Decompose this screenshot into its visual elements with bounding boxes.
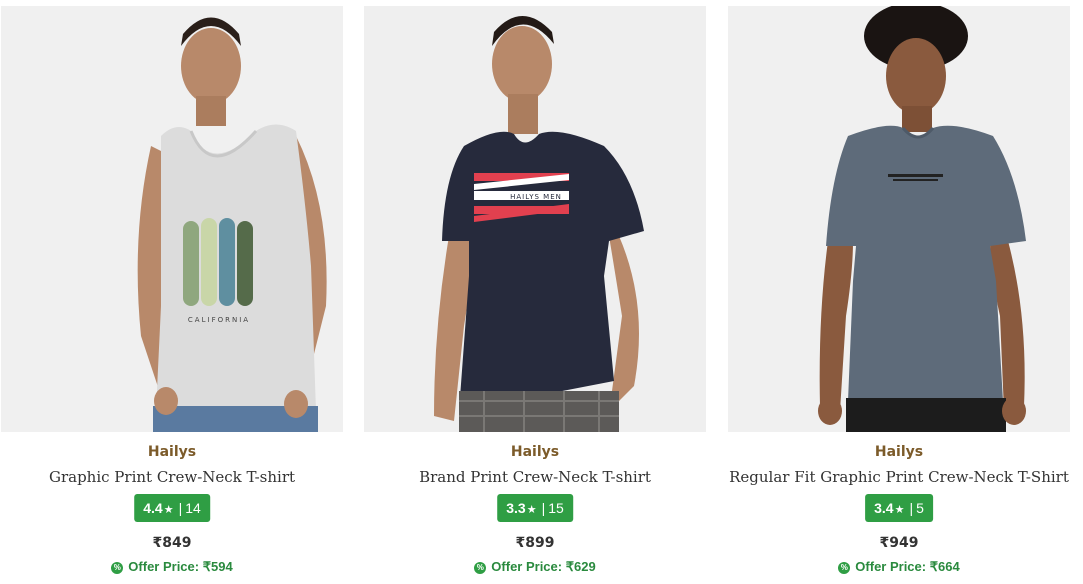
model-in-grey-tank-top: CALIFORNIA bbox=[1, 6, 343, 432]
product-image[interactable]: HAILYS MEN bbox=[364, 6, 706, 432]
offer-tag-icon: % bbox=[111, 562, 124, 574]
product-price: ₹849 bbox=[152, 535, 192, 551]
offer-tag-icon: % bbox=[474, 562, 487, 574]
offer-price: ₹629 bbox=[565, 559, 596, 574]
product-card[interactable]: HAILYS MEN Hailys Brand Print Crew-Neck … bbox=[364, 0, 706, 584]
offer-price-row: % Offer Price: ₹629 bbox=[364, 559, 706, 575]
rating-count: 15 bbox=[548, 500, 564, 516]
rating-value: 3.3 bbox=[506, 500, 526, 516]
product-image[interactable]: CALIFORNIA bbox=[1, 6, 343, 432]
star-icon: ★ bbox=[526, 504, 537, 516]
product-card[interactable]: Hailys Regular Fit Graphic Print Crew-Ne… bbox=[728, 0, 1070, 584]
rating-value: 3.4 bbox=[874, 500, 894, 516]
product-grid: CALIFORNIA Hailys Graphic Print Crew-Nec… bbox=[0, 0, 1083, 584]
product-title[interactable]: Brand Print Crew-Neck T-shirt bbox=[364, 468, 706, 486]
rating-count: 5 bbox=[916, 500, 924, 516]
offer-label: Offer Price: bbox=[855, 559, 927, 574]
product-price: ₹899 bbox=[515, 535, 555, 551]
product-brand: Hailys bbox=[147, 444, 197, 460]
offer-price-row: % Offer Price: ₹594 bbox=[1, 559, 343, 575]
model-in-navy-tshirt: HAILYS MEN bbox=[364, 6, 706, 432]
print-text: CALIFORNIA bbox=[188, 316, 250, 324]
rating-badge: 3.3★ | 15 bbox=[497, 494, 573, 522]
rating-badge: 4.4★ | 14 bbox=[134, 494, 210, 522]
product-title[interactable]: Graphic Print Crew-Neck T-shirt bbox=[1, 468, 343, 486]
rating-badge: 3.4★ | 5 bbox=[865, 494, 933, 522]
product-title[interactable]: Regular Fit Graphic Print Crew-Neck T-Sh… bbox=[728, 468, 1070, 486]
product-brand: Hailys bbox=[874, 444, 924, 460]
offer-label: Offer Price: bbox=[491, 559, 563, 574]
product-price: ₹949 bbox=[879, 535, 919, 551]
offer-tag-icon: % bbox=[838, 562, 851, 574]
star-icon: ★ bbox=[163, 504, 174, 516]
print-text: HAILYS MEN bbox=[510, 193, 562, 201]
offer-label: Offer Price: bbox=[128, 559, 200, 574]
rating-value: 4.4 bbox=[143, 500, 163, 516]
product-card[interactable]: CALIFORNIA Hailys Graphic Print Crew-Nec… bbox=[1, 0, 343, 584]
rating-count: 14 bbox=[185, 500, 201, 516]
star-icon: ★ bbox=[894, 504, 905, 516]
model-in-slate-tshirt bbox=[728, 6, 1070, 432]
offer-price-row: % Offer Price: ₹664 bbox=[728, 559, 1070, 575]
offer-price: ₹664 bbox=[929, 559, 960, 574]
product-image[interactable] bbox=[728, 6, 1070, 432]
product-brand: Hailys bbox=[510, 444, 560, 460]
offer-price: ₹594 bbox=[202, 559, 233, 574]
